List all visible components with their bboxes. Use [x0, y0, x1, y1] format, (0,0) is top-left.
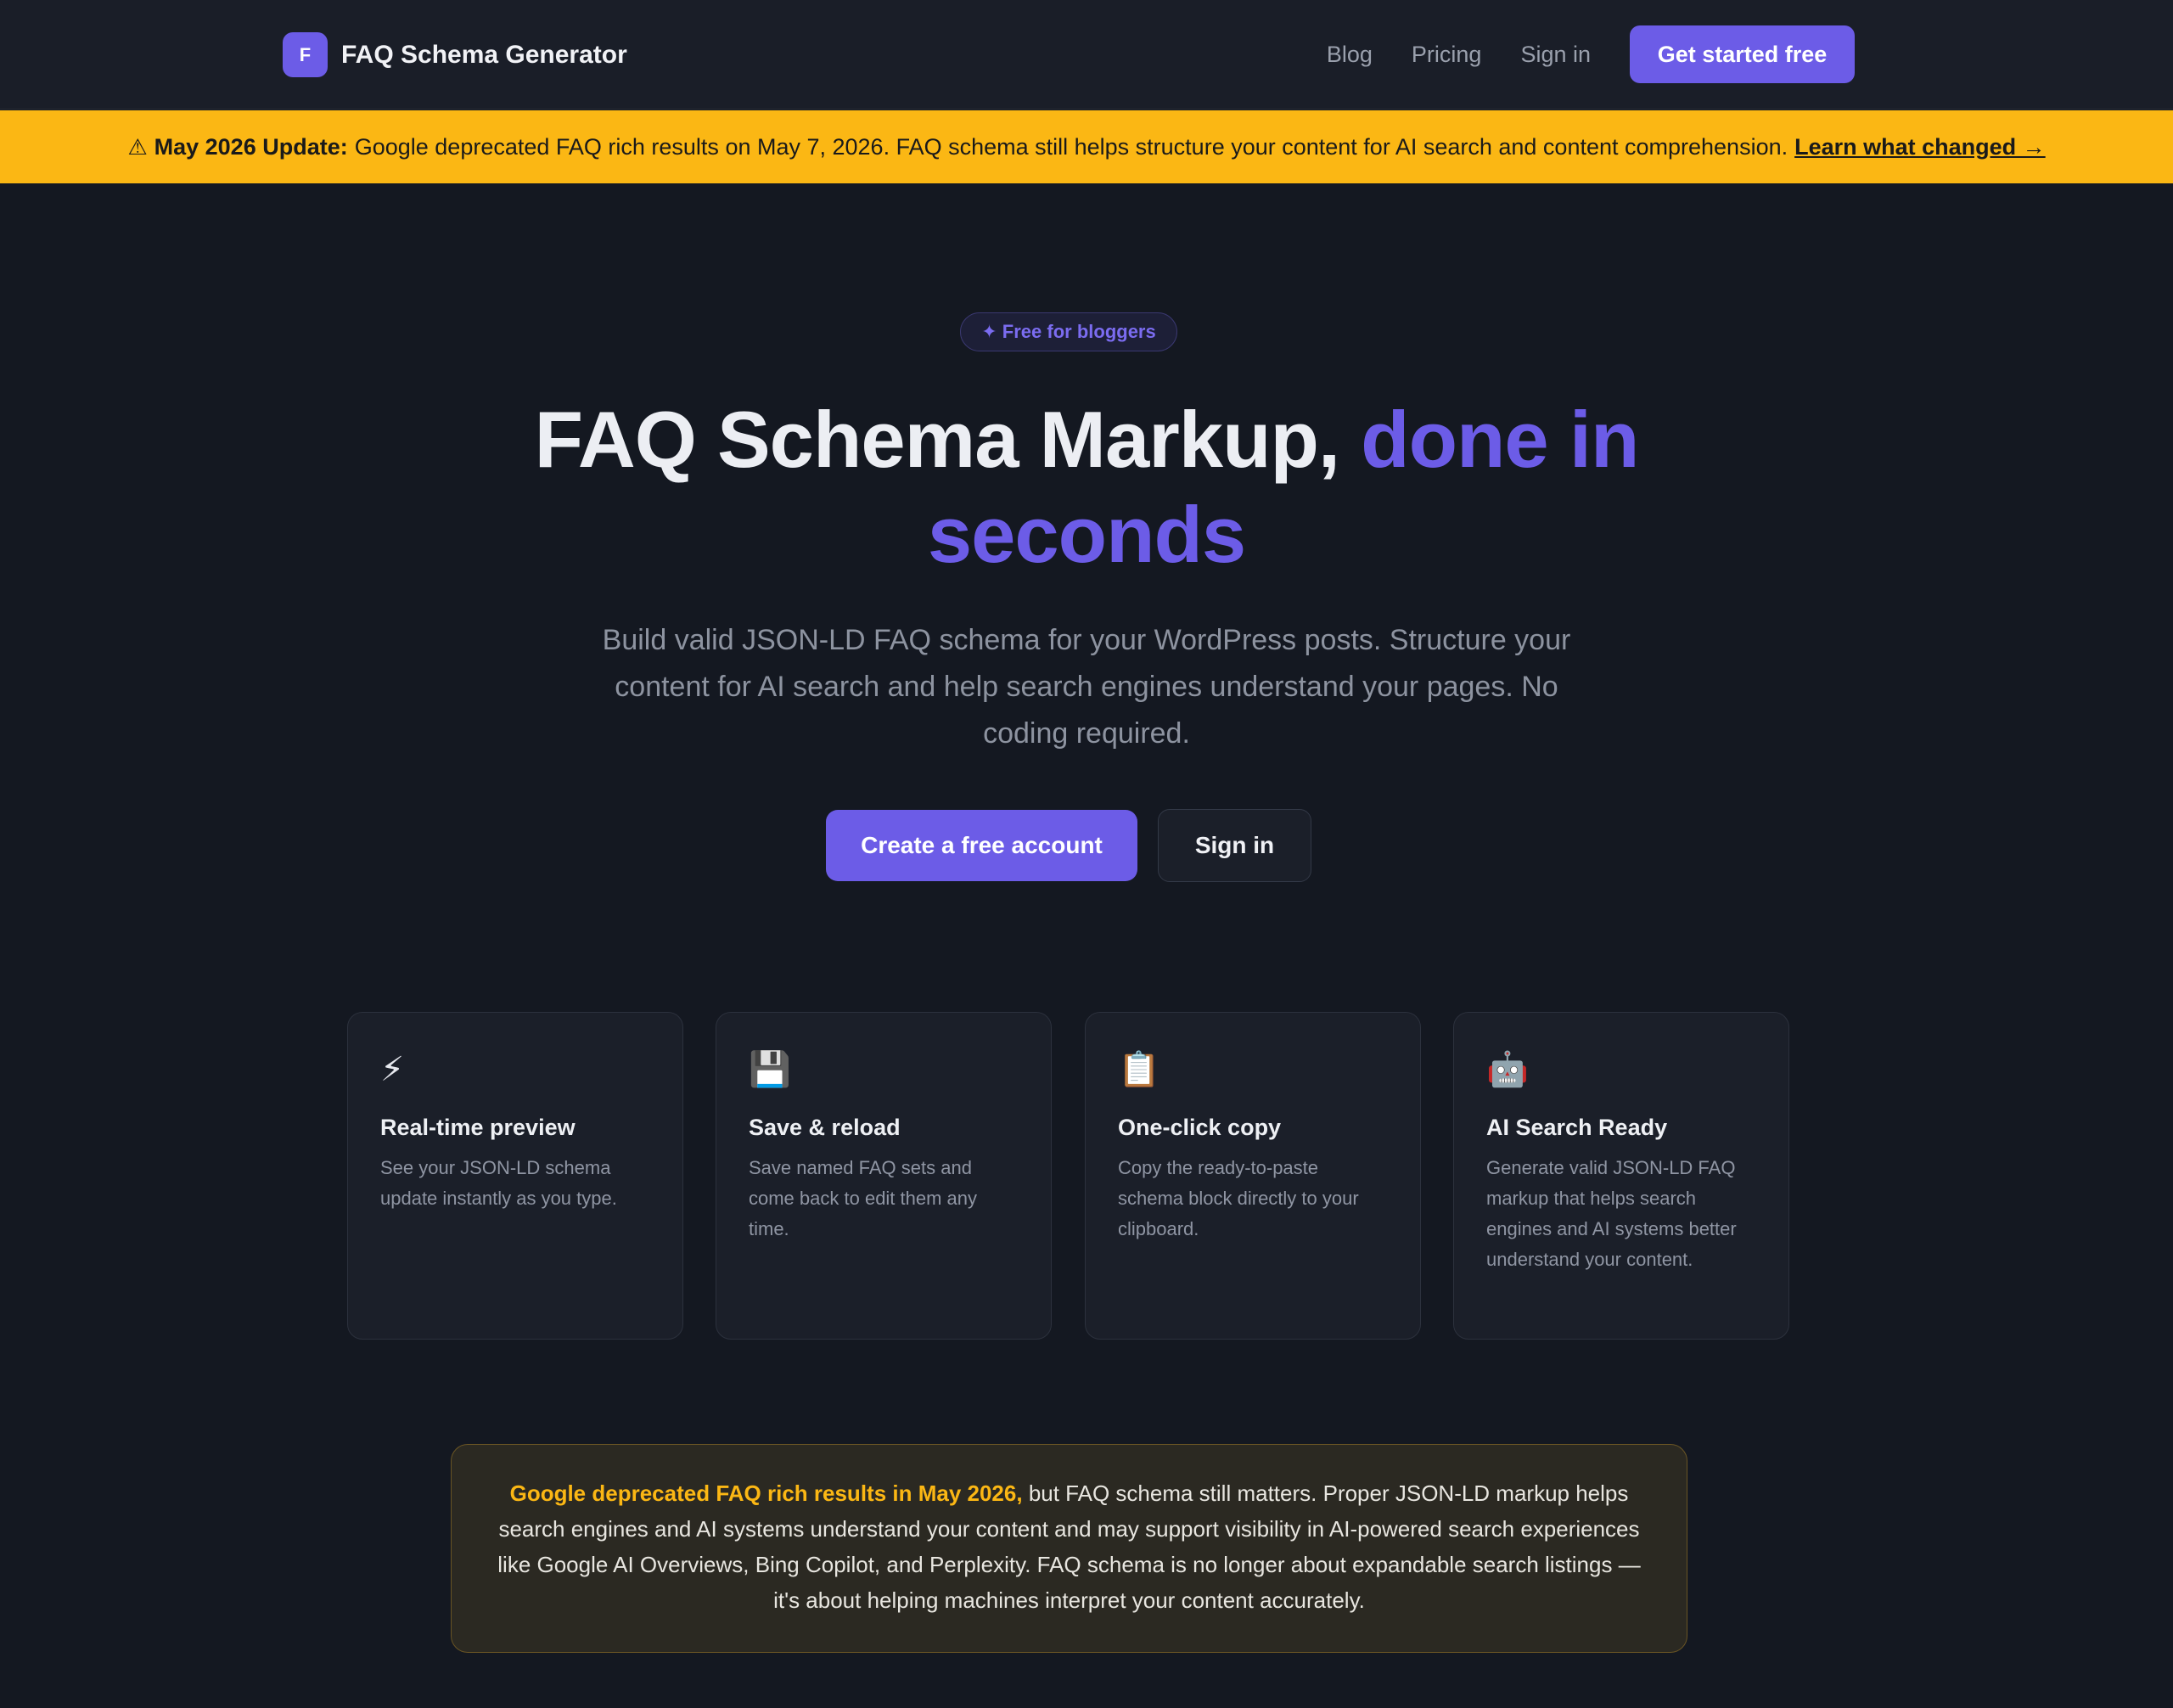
nav-blog-link[interactable]: Blog [1327, 42, 1373, 68]
feature-card-real-time-preview: ⚡ Real-time preview See your JSON-LD sch… [347, 1012, 683, 1340]
lightning-icon: ⚡ [380, 1051, 405, 1088]
brand-logo-icon: F [283, 32, 328, 77]
notice-highlight: Google deprecated FAQ rich results in Ma… [509, 1480, 1023, 1506]
banner-label: May 2026 Update: [154, 133, 348, 160]
feature-description: See your JSON-LD schema update instantly… [380, 1157, 617, 1209]
floppy-disk-icon: 💾 [749, 1051, 791, 1088]
clipboard-icon: 📋 [1118, 1051, 1160, 1088]
feature-title: Real-time preview [380, 1115, 576, 1140]
feature-card-ai-search-ready: 🤖 AI Search Ready Generate valid JSON-LD… [1453, 1012, 1789, 1340]
get-started-button[interactable]: Get started free [1630, 25, 1855, 83]
feature-card-one-click-copy: 📋 One-click copy Copy the ready-to-paste… [1085, 1012, 1421, 1340]
feature-description: Save named FAQ sets and come back to edi… [749, 1157, 978, 1239]
learn-what-changed-link[interactable]: Learn what changed → [1794, 134, 2046, 160]
warning-icon: ⚠ [127, 133, 148, 160]
top-navbar: F FAQ Schema Generator Blog Pricing Sign… [0, 0, 2173, 110]
feature-title: AI Search Ready [1486, 1115, 1668, 1140]
nav-links: Blog Pricing Sign in Get started free [1327, 25, 1855, 83]
feature-description: Generate valid JSON-LD FAQ markup that h… [1486, 1157, 1737, 1270]
feature-title: Save & reload [749, 1115, 901, 1140]
nav-sign-in-link[interactable]: Sign in [1520, 42, 1591, 68]
free-for-bloggers-badge: ✦ Free for bloggers [960, 312, 1177, 351]
brand-name: FAQ Schema Generator [341, 40, 627, 69]
brand[interactable]: F FAQ Schema Generator [283, 32, 627, 77]
nav-pricing-link[interactable]: Pricing [1412, 42, 1482, 68]
feature-grid: ⚡ Real-time preview See your JSON-LD sch… [347, 1012, 1790, 1340]
feature-card-save-reload: 💾 Save & reload Save named FAQ sets and … [716, 1012, 1052, 1340]
deprecation-notice: Google deprecated FAQ rich results in Ma… [451, 1444, 1687, 1653]
hero-subtitle: Build valid JSON-LD FAQ schema for your … [602, 624, 1571, 750]
hero-title: FAQ Schema Markup, done in seconds [450, 392, 1723, 582]
create-account-button[interactable]: Create a free account [826, 810, 1137, 881]
feature-description: Copy the ready-to-paste schema block dir… [1118, 1157, 1359, 1239]
hero-sign-in-button[interactable]: Sign in [1158, 809, 1311, 882]
banner-text: Google deprecated FAQ rich results on Ma… [354, 133, 1788, 160]
hero-title-main: FAQ Schema Markup, [534, 395, 1340, 484]
update-banner: ⚠ May 2026 Update: Google deprecated FAQ… [0, 110, 2173, 183]
robot-icon: 🤖 [1486, 1051, 1529, 1088]
feature-title: One-click copy [1118, 1115, 1282, 1140]
